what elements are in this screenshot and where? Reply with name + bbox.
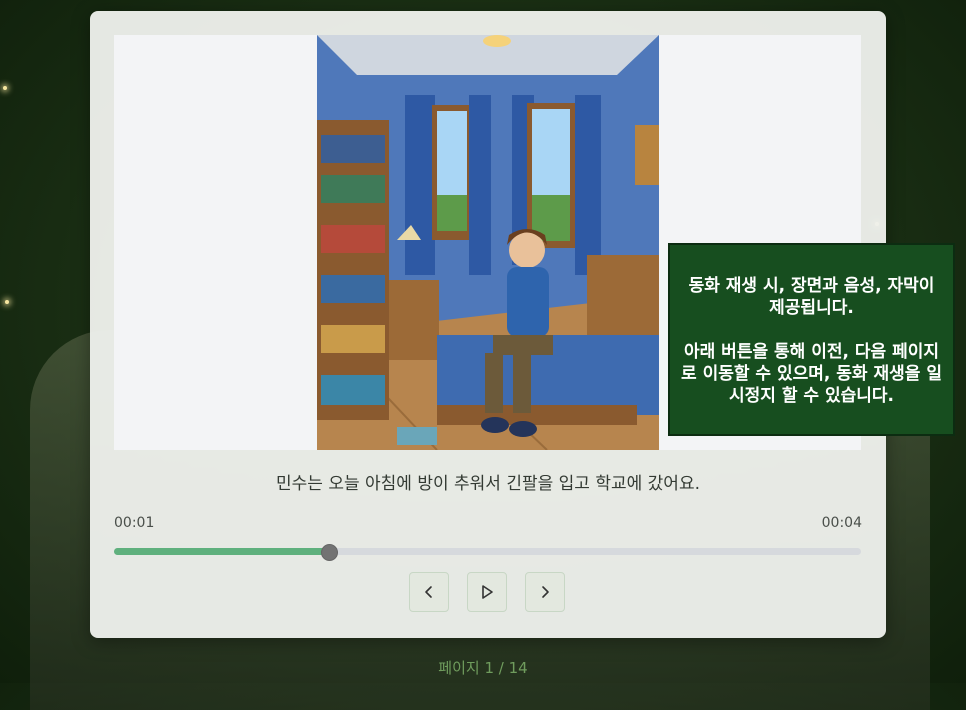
firefly-glow (5, 300, 9, 304)
firefly-glow (3, 86, 7, 90)
guide-tooltip-line-1: 동화 재생 시, 장면과 음성, 자막이 제공됩니다. (688, 276, 935, 318)
progress-slider[interactable] (114, 544, 861, 561)
chevron-left-icon (425, 586, 432, 598)
play-icon (482, 585, 493, 599)
story-subtitle: 민수는 오늘 아침에 방이 추워서 긴팔을 입고 학교에 갔어요. (276, 474, 700, 494)
current-time: 00:01 (114, 515, 155, 531)
guide-tooltip-line-2: 아래 버튼을 통해 이전, 다음 페이지로 이동할 수 있으며, 동화 재생을 … (681, 342, 942, 406)
chevron-right-icon (542, 586, 549, 598)
play-button[interactable] (467, 572, 507, 612)
guide-tooltip: 동화 재생 시, 장면과 음성, 자막이 제공됩니다. 아래 버튼을 통해 이전… (668, 243, 955, 436)
page-indicator: 페이지 1 / 14 (438, 659, 528, 677)
total-time: 00:04 (821, 515, 862, 531)
progress-slider-thumb[interactable] (320, 544, 338, 561)
scene-illustration (317, 35, 659, 450)
bedroom-scene-image (317, 35, 659, 450)
next-page-button[interactable] (525, 572, 565, 612)
previous-page-button[interactable] (409, 572, 449, 612)
progress-fill (114, 548, 328, 555)
